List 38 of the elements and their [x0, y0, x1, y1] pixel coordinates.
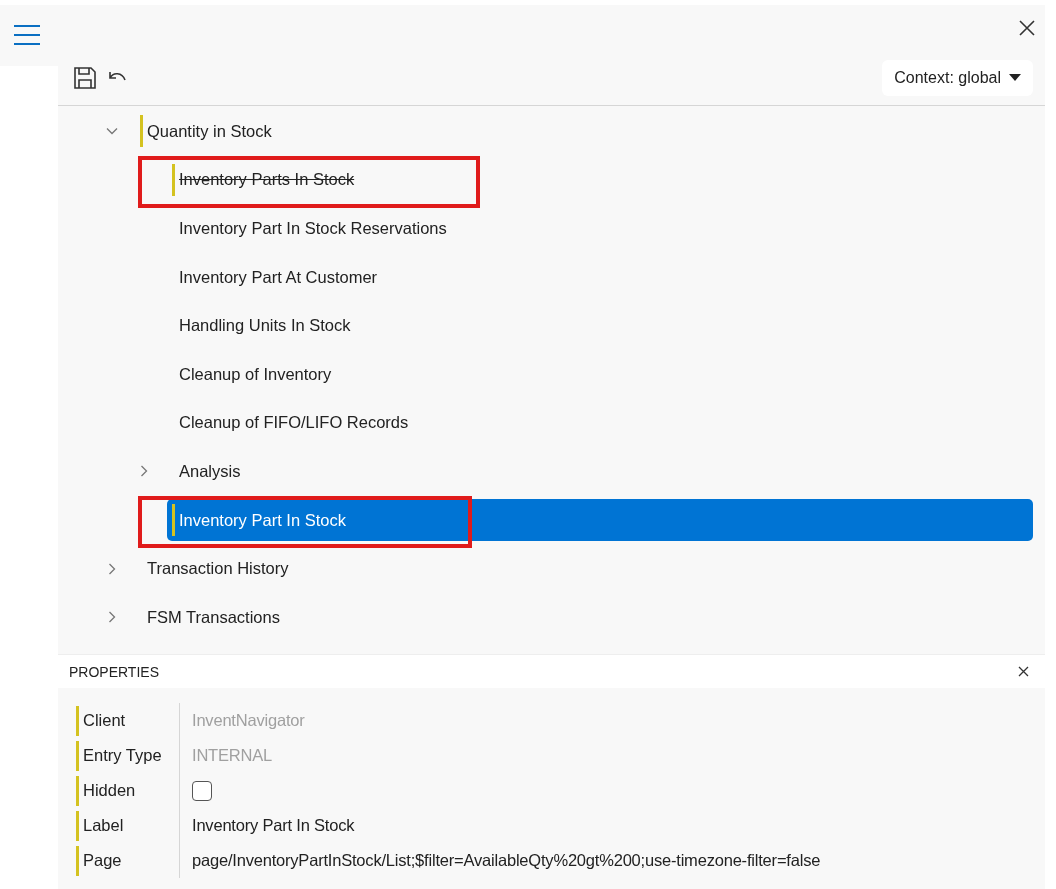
tree-item[interactable]: Inventory Part In Stock	[167, 499, 1033, 542]
property-value: INTERNAL	[192, 746, 272, 765]
close-button[interactable]	[1016, 664, 1031, 679]
tree-item-label: Inventory Part At Customer	[179, 267, 378, 287]
tree-item[interactable]: Inventory Part At Customer	[167, 256, 1033, 299]
tree-item[interactable]: Handling Units In Stock	[167, 304, 1033, 347]
tree-item-label: FSM Transactions	[147, 607, 280, 627]
tree-item-label: Inventory Parts In Stock	[179, 170, 355, 190]
tree-item[interactable]: FSM Transactions	[135, 596, 1033, 639]
close-icon	[1018, 666, 1029, 677]
menu-icon	[14, 24, 40, 46]
tree-item-label: Quantity in Stock	[147, 121, 272, 141]
properties-title: PROPERTIES	[69, 663, 159, 680]
property-value: InventNavigator	[192, 711, 305, 730]
context-dropdown[interactable]: Context: global	[882, 59, 1033, 96]
menu-button[interactable]	[0, 5, 58, 66]
tree-item-label: Inventory Part In Stock	[179, 510, 346, 530]
tree-item[interactable]: Inventory Parts In Stock	[167, 158, 1033, 201]
tree-item-label: Inventory Part In Stock Reservations	[179, 219, 447, 238]
caret-icon	[1009, 73, 1021, 82]
tree-item[interactable]: Quantity in Stock	[135, 110, 1033, 153]
property-value: page/InventoryPartInStock/List;$filter=AvailableQty%20gt%200;use-timezone-filter=false	[192, 851, 821, 870]
tree-item[interactable]: Cleanup of Inventory	[167, 353, 1033, 396]
close-button[interactable]	[1017, 17, 1037, 38]
tree-item[interactable]: Transaction History	[135, 547, 1033, 590]
tree-item[interactable]: Analysis	[167, 450, 1033, 493]
save-icon	[74, 66, 96, 89]
save-button[interactable]	[72, 64, 98, 91]
tree-item[interactable]: Cleanup of FIFO/LIFO Records	[167, 401, 1033, 444]
tree-item-label: Cleanup of Inventory	[179, 364, 332, 384]
checkbox[interactable]	[192, 780, 212, 801]
tree-item-label: Handling Units In Stock	[179, 316, 351, 336]
property-value: Inventory Part In Stock	[192, 816, 355, 835]
tree-item-label: Cleanup of FIFO/LIFO Records	[179, 413, 409, 433]
close-icon	[1019, 19, 1035, 36]
tree-item-label: Transaction History	[147, 559, 289, 579]
tree-item[interactable]: Inventory Part In Stock Reservations	[167, 207, 1033, 250]
tree-item-label: Analysis	[179, 461, 241, 481]
